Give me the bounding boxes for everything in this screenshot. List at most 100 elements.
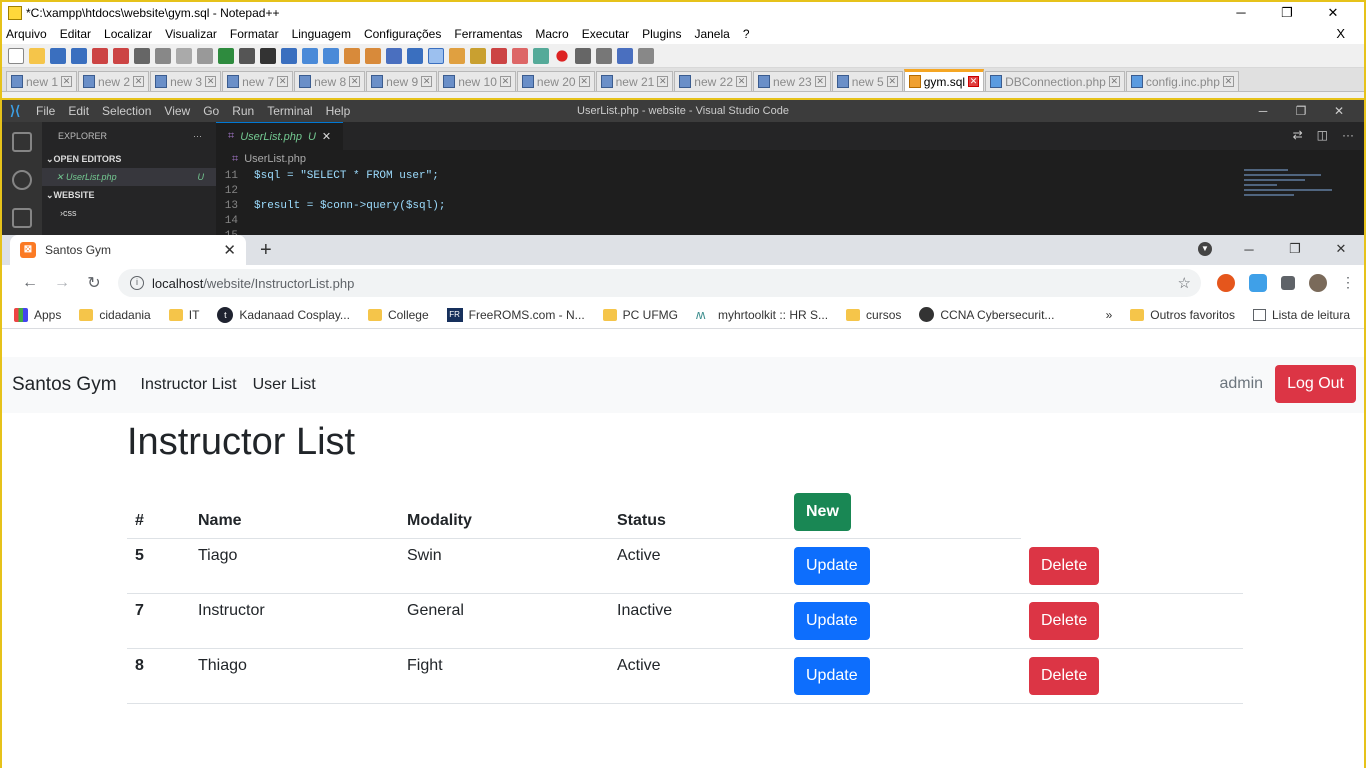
close-all-icon[interactable] <box>113 47 129 64</box>
update-button[interactable]: Update <box>794 547 870 585</box>
save-macro-icon[interactable] <box>638 47 654 64</box>
np-tab[interactable]: new 10 ✕ <box>438 71 516 91</box>
extensions-puzzle-icon[interactable] <box>1281 276 1295 290</box>
close-icon[interactable]: ✕ <box>61 76 73 87</box>
redo-icon[interactable] <box>239 47 255 64</box>
copy-icon[interactable] <box>176 47 192 64</box>
open-editor-item[interactable]: ✕ UserList.php U <box>42 168 216 186</box>
compare-icon[interactable]: ⇄ <box>1293 128 1303 142</box>
zoom-in-icon[interactable] <box>302 47 318 64</box>
paste-icon[interactable] <box>197 47 213 64</box>
bookmark-item[interactable]: Apps <box>14 307 61 322</box>
editor-tab[interactable]: ⌗ UserList.php U ✕ <box>216 122 344 150</box>
np-tab[interactable]: new 22 ✕ <box>674 71 752 91</box>
menu-macro[interactable]: Macro <box>535 27 568 41</box>
nav-user-list[interactable]: User List <box>253 376 316 394</box>
np-tab[interactable]: new 23 ✕ <box>753 71 831 91</box>
np-tab[interactable]: DBConnection.php ✕ <box>985 71 1125 91</box>
menu-arquivo[interactable]: Arquivo <box>6 27 47 41</box>
folder-workspace-icon[interactable] <box>491 47 507 64</box>
stop-macro-icon[interactable] <box>575 47 591 64</box>
delete-button[interactable]: Delete <box>1029 602 1100 640</box>
np-tab[interactable]: new 3 ✕ <box>150 71 222 91</box>
menu-visualizar[interactable]: Visualizar <box>165 27 217 41</box>
close-icon[interactable]: ✕ <box>322 130 331 143</box>
cut-icon[interactable] <box>155 47 171 64</box>
bookmark-item[interactable]: PC UFMG <box>602 308 678 322</box>
show-all-chars-icon[interactable] <box>407 47 423 64</box>
folder-item-css[interactable]: › css <box>42 204 216 222</box>
close-icon[interactable]: ✕ <box>421 76 433 87</box>
np-tab[interactable]: new 9 ✕ <box>366 71 438 91</box>
bookmark-item[interactable]: IT <box>168 308 199 322</box>
np-tab[interactable]: new 2 ✕ <box>78 71 150 91</box>
sync-v-icon[interactable] <box>344 47 360 64</box>
bookmark-item[interactable]: CCNA Cybersecurit... <box>919 307 1054 322</box>
more-actions-icon[interactable]: ··· <box>1342 128 1354 142</box>
close-icon[interactable]: ✕ <box>499 76 511 87</box>
address-bar[interactable]: i localhost/website/InstructorList.php ☆ <box>118 269 1201 297</box>
run-macro-multiple-icon[interactable] <box>617 47 633 64</box>
bookmarks-overflow-icon[interactable]: » <box>1106 308 1113 322</box>
indent-guide-icon[interactable] <box>428 47 444 64</box>
explorer-icon[interactable] <box>12 132 32 152</box>
bookmark-item[interactable]: cidadania <box>79 308 151 322</box>
other-favorites[interactable]: Outros favoritos <box>1130 308 1235 322</box>
delete-button[interactable]: Delete <box>1029 546 1100 585</box>
find-icon[interactable] <box>260 47 276 64</box>
bookmark-item[interactable]: t Kadanaad Cosplay... <box>217 306 350 323</box>
new-file-icon[interactable] <box>8 47 24 64</box>
menu-ferramentas[interactable]: Ferramentas <box>454 27 522 41</box>
forward-icon[interactable]: → <box>46 274 78 292</box>
doc-map-icon[interactable] <box>449 47 465 64</box>
close-icon[interactable]: ✕ <box>277 76 289 87</box>
print-icon[interactable] <box>134 47 150 64</box>
function-list-icon[interactable] <box>470 47 486 64</box>
menu-linguagem[interactable]: Linguagem <box>292 27 351 41</box>
doc-list-icon[interactable] <box>512 47 528 64</box>
update-button[interactable]: Update <box>794 602 870 640</box>
close-icon[interactable]: ✕ <box>349 76 361 87</box>
new-tab-icon[interactable]: + <box>260 235 272 265</box>
minimize-icon[interactable]: ─ <box>1218 2 1264 24</box>
browser-tab[interactable]: ⊠ Santos Gym ✕ <box>10 235 246 265</box>
np-tab[interactable]: new 5 ✕ <box>831 71 903 91</box>
menu-kebab-icon[interactable]: ⋮ <box>1341 274 1355 292</box>
vs-menu-help[interactable]: Help <box>326 104 351 118</box>
close-icon[interactable]: ✕ <box>1108 76 1120 87</box>
menu-janela[interactable]: Janela <box>694 27 729 41</box>
close-icon[interactable]: ✕ <box>205 76 217 87</box>
close-icon[interactable]: ✕ <box>578 76 590 87</box>
menu-formatar[interactable]: Formatar <box>230 27 279 41</box>
menu-configuracoes[interactable]: Configurações <box>364 27 441 41</box>
np-tab[interactable]: new 20 ✕ <box>516 71 595 91</box>
minimize-icon[interactable]: ─ <box>1226 242 1272 257</box>
restore-icon[interactable]: ❐ <box>1272 241 1318 257</box>
restore-icon[interactable]: ❐ <box>1282 100 1320 122</box>
vs-menu-edit[interactable]: Edit <box>68 104 89 118</box>
delete-button[interactable]: Delete <box>1029 657 1100 695</box>
bookmark-item[interactable]: College <box>367 308 429 322</box>
more-actions-icon[interactable]: ··· <box>193 131 202 141</box>
close-icon[interactable]: ✕ <box>814 76 826 87</box>
vs-menu-go[interactable]: Go <box>203 104 219 118</box>
close-tab-icon[interactable]: ✕ <box>223 241 236 259</box>
save-all-icon[interactable] <box>71 47 87 64</box>
reading-list[interactable]: Lista de leitura <box>1252 308 1350 322</box>
open-file-icon[interactable] <box>29 47 45 64</box>
np-tab[interactable]: new 8 ✕ <box>294 71 366 91</box>
nav-instructor-list[interactable]: Instructor List <box>141 376 237 394</box>
menu-localizar[interactable]: Localizar <box>104 27 152 41</box>
monitor-icon[interactable] <box>533 47 549 64</box>
vs-menu-selection[interactable]: Selection <box>102 104 151 118</box>
bookmark-item[interactable]: FR FreeROMS.com - N... <box>446 307 585 322</box>
bookmark-item[interactable]: ʍ myhrtoolkit :: HR S... <box>696 307 828 323</box>
close-icon[interactable]: ✕ <box>1222 76 1234 87</box>
close-icon[interactable]: ✕ <box>657 76 669 87</box>
close-file-icon[interactable] <box>92 47 108 64</box>
play-macro-icon[interactable] <box>596 47 612 64</box>
vs-menu-file[interactable]: File <box>36 104 55 118</box>
search-icon[interactable] <box>12 170 32 190</box>
sync-h-icon[interactable] <box>365 47 381 64</box>
site-info-icon[interactable]: i <box>130 276 144 290</box>
